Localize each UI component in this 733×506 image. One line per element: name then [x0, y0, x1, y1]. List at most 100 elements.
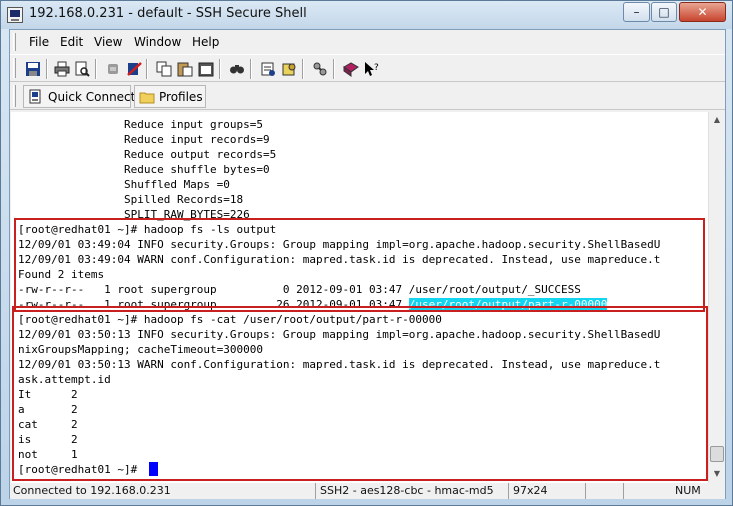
help-book-icon	[343, 62, 359, 77]
terminal-line: 12/09/01 03:49:04 INFO security.Groups: …	[18, 238, 661, 251]
vertical-scrollbar[interactable]: ▲ ▼	[708, 112, 725, 483]
lock-cell	[585, 483, 623, 499]
cipher-cell: SSH2 - aes128-cbc - hmac-md5	[315, 483, 494, 499]
disconnect-button[interactable]	[103, 59, 123, 79]
terminal-line: Found 2 items	[18, 268, 105, 281]
minimize-icon: –	[633, 5, 640, 19]
terminal-line: -rw-r--r-- 1 root supergroup 0 2012-09-0…	[18, 283, 581, 296]
find-button[interactable]	[227, 59, 247, 79]
paste-icon	[177, 62, 193, 77]
terminal-line: 12/09/01 03:49:04 WARN conf.Configuratio…	[18, 253, 661, 266]
terminal-line: [root@redhat01 ~]# hadoop fs -cat /user/…	[18, 313, 442, 326]
folder-icon	[139, 92, 155, 104]
copy-icon	[156, 61, 172, 77]
terminal-line: [root@redhat01 ~]#	[18, 463, 144, 476]
disconnect-red-button[interactable]	[124, 59, 144, 79]
terminal-line: nixGroupsMapping; cacheTimeout=300000	[18, 343, 264, 356]
title-bar[interactable]: 192.168.0.231 - default - SSH Secure She…	[1, 1, 732, 29]
save-button[interactable]	[23, 59, 43, 79]
scroll-up-icon[interactable]: ▲	[711, 114, 723, 126]
print-preview-icon	[75, 61, 90, 77]
text-cursor	[149, 462, 158, 476]
profiles-label: Profiles	[159, 90, 203, 104]
terminal-line: 12/09/01 03:50:13 INFO security.Groups: …	[18, 328, 661, 341]
quickbar-grip[interactable]	[13, 85, 16, 107]
print-button[interactable]	[52, 59, 72, 79]
profile-settings-icon	[282, 63, 296, 76]
settings-button[interactable]	[258, 59, 278, 79]
toolbar-separator	[95, 59, 97, 79]
selected-path[interactable]: /user/root/output/part-r-00000	[408, 298, 608, 311]
ssh-client-window: 192.168.0.231 - default - SSH Secure She…	[0, 0, 733, 506]
terminal-line: It 2	[18, 388, 78, 401]
help-button[interactable]	[341, 59, 361, 79]
find-icon	[230, 65, 244, 74]
terminal-line: ask.attempt.id	[18, 373, 111, 386]
save-icon	[26, 62, 40, 76]
terminal-line: cat 2	[18, 418, 78, 431]
print-preview-button[interactable]	[72, 59, 92, 79]
close-icon: ✕	[697, 5, 708, 19]
terminal-line: Reduce input groups=5	[18, 118, 264, 131]
menubar-grip[interactable]	[13, 33, 16, 51]
quick-connect-label: Quick Connect	[48, 90, 136, 104]
menu-bar: File Edit View Window Help	[10, 30, 725, 54]
profile-settings-button[interactable]	[279, 59, 299, 79]
menu-edit[interactable]: Edit	[60, 35, 83, 49]
terminal-size: 97x24	[513, 484, 548, 497]
terminal-line: [root@redhat01 ~]# hadoop fs -ls output	[18, 223, 277, 236]
disconnect-icon	[108, 64, 118, 74]
menu-file[interactable]: File	[29, 35, 49, 49]
maximize-icon: □	[658, 5, 670, 19]
terminal-line: SPLIT_RAW_BYTES=226	[18, 208, 250, 221]
toolbar-separator	[146, 59, 148, 79]
menu-view[interactable]: View	[94, 35, 122, 49]
toolbar: ?	[10, 54, 725, 82]
toolbar-separator	[219, 59, 221, 79]
quick-connect-button[interactable]: Quick Connect	[23, 85, 135, 108]
menu-window[interactable]: Window	[134, 35, 181, 49]
terminal-line: is 2	[18, 433, 78, 446]
toolbar-grip[interactable]	[13, 58, 16, 78]
quick-connect-icon	[29, 89, 41, 104]
toolbar-separator	[46, 59, 48, 79]
terminal-line: a 2	[18, 403, 78, 416]
whats-this-button[interactable]: ?	[362, 59, 382, 79]
profiles-button[interactable]: Profiles	[134, 85, 206, 108]
num-cell: NUM	[623, 483, 723, 499]
menu-help[interactable]: Help	[192, 35, 219, 49]
terminal-line: not 1	[18, 448, 78, 461]
terminal-line: -rw-r--r-- 1 root supergroup 26 2012-09-…	[18, 297, 608, 312]
terminal-output[interactable]: Reduce input groups=5 Reduce input recor…	[11, 112, 708, 483]
quick-connect-bar: Quick Connect Profiles	[10, 82, 725, 110]
terminal-line-text: -rw-r--r-- 1 root supergroup 26 2012-09-…	[18, 298, 409, 311]
settings-icon	[261, 62, 275, 76]
maximize-button[interactable]: □	[651, 2, 677, 22]
toolbar-separator	[333, 59, 335, 79]
close-button[interactable]: ✕	[679, 2, 726, 22]
terminal-line: Reduce output records=5	[18, 148, 277, 161]
terminal-line: Shuffled Maps =0	[18, 178, 230, 191]
client-area: File Edit View Window Help ? Quick Conne…	[9, 29, 726, 499]
size-cell: 97x24	[508, 483, 568, 499]
whats-this-icon: ?	[365, 62, 379, 76]
copy-button[interactable]	[154, 59, 174, 79]
svg-text:?: ?	[374, 63, 379, 73]
status-bar: Connected to 192.168.0.231 SSH2 - aes128…	[10, 483, 725, 499]
paste-special-button[interactable]	[196, 59, 216, 79]
scrollbar-thumb[interactable]	[710, 446, 724, 462]
keygen-icon	[313, 62, 327, 76]
paste-special-icon	[198, 62, 214, 77]
paste-button[interactable]	[175, 59, 195, 79]
minimize-button[interactable]: –	[623, 2, 650, 22]
keygen-button[interactable]	[310, 59, 330, 79]
terminal-line: Reduce input records=9	[18, 133, 270, 146]
connection-status: Connected to 192.168.0.231	[13, 484, 171, 497]
toolbar-separator	[302, 59, 304, 79]
cipher-status: SSH2 - aes128-cbc - hmac-md5	[320, 484, 494, 497]
terminal-line: Reduce shuffle bytes=0	[18, 163, 270, 176]
disconnect-red-icon	[127, 62, 142, 76]
window-title: 192.168.0.231 - default - SSH Secure She…	[29, 6, 307, 21]
scroll-down-icon[interactable]: ▼	[711, 468, 723, 480]
app-terminal-icon	[7, 7, 23, 23]
